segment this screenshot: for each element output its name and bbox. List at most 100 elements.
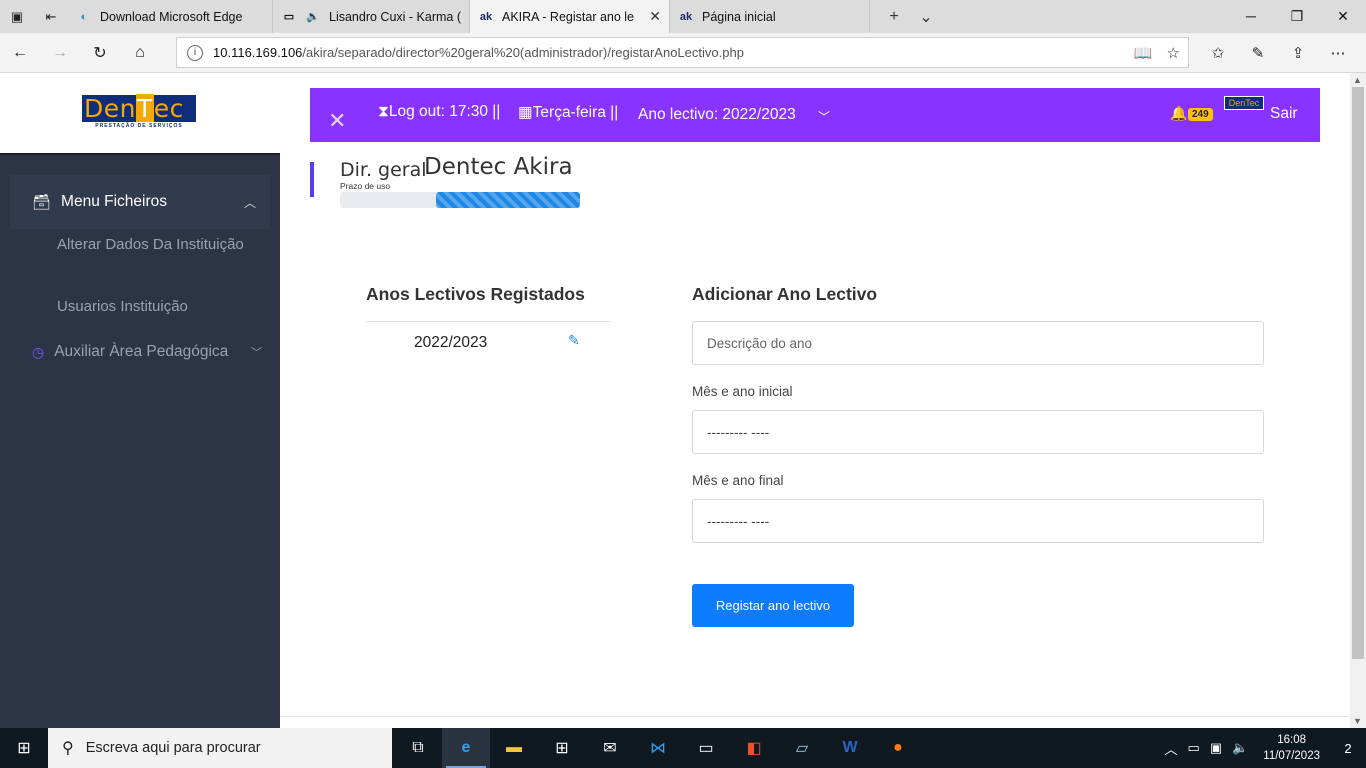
tab-list-chevron-icon[interactable]: ⌄ xyxy=(910,7,942,27)
vscode-icon[interactable]: ⋈ xyxy=(634,728,682,768)
home-icon[interactable]: ⌂ xyxy=(120,33,160,73)
notification-center-icon[interactable]: 2 xyxy=(1330,728,1366,768)
logo-text: T xyxy=(135,94,154,123)
forward-icon[interactable]: → xyxy=(40,33,80,73)
network-icon[interactable]: ▣ xyxy=(1210,740,1222,756)
word-icon[interactable]: W xyxy=(826,728,874,768)
edge-app-icon[interactable]: e xyxy=(442,728,490,768)
logo-text: Den xyxy=(84,94,136,123)
browser-tab-bar: ▣ ⇤ ◐ Download Microsoft Edge ▭ 🔈 Lisand… xyxy=(0,0,1366,33)
tab-lisandro-cuxi[interactable]: ▭ 🔈 Lisandro Cuxi - Karma ( xyxy=(273,0,470,33)
tab-akira-registar[interactable]: ak AKIRA - Registar ano le ✕ xyxy=(470,0,670,33)
terminal-icon[interactable]: ▭ xyxy=(682,728,730,768)
user-avatar-logo[interactable]: DenTec xyxy=(1224,96,1264,110)
scroll-down-icon[interactable]: ▼ xyxy=(1353,716,1362,726)
logo-subtitle: PRESTAÇÃO DE SERVIÇOS xyxy=(82,122,196,131)
tray-chevron-icon[interactable]: ︿ xyxy=(1165,739,1178,758)
mail-icon[interactable]: ✉ xyxy=(586,728,634,768)
tab-download-edge[interactable]: ◐ Download Microsoft Edge xyxy=(68,0,273,33)
file-explorer-icon[interactable]: ▬ xyxy=(490,728,538,768)
logout-time: ⧗Log out: 17:30 || xyxy=(378,103,500,121)
footer-divider xyxy=(280,716,1350,717)
descricao-input[interactable] xyxy=(692,321,1264,365)
sidebar-item-usuarios[interactable]: Usuarios Instituição xyxy=(57,295,257,318)
mes-ano-final-input[interactable] xyxy=(692,499,1264,543)
registar-ano-button[interactable]: Registar ano lectivo xyxy=(692,584,854,627)
day-info: ▦Terça-feira || xyxy=(518,103,618,122)
prazo-progress-bar xyxy=(340,192,580,208)
windows-start-icon[interactable]: ⊞ xyxy=(0,728,48,768)
firefox-icon[interactable]: ● xyxy=(874,728,922,768)
new-tab-icon[interactable]: + xyxy=(878,8,910,26)
url-field[interactable]: i 10.116.169.106/akira/separado/director… xyxy=(176,37,1189,68)
hourglass-icon: ⧗ xyxy=(378,103,389,120)
edge-icon: ◐ xyxy=(80,10,88,23)
logout-text: Log out: 17:30 || xyxy=(388,103,501,120)
sidebar-item-alterar-dados[interactable]: Alterar Dados Da Instituição xyxy=(57,233,257,256)
share-icon[interactable]: ⇪ xyxy=(1278,44,1318,62)
info-icon[interactable]: i xyxy=(187,44,203,61)
scroll-up-icon[interactable]: ▲ xyxy=(1353,75,1362,85)
bell-icon[interactable]: 🔔 xyxy=(1170,105,1187,122)
search-icon: ⚲ xyxy=(62,740,74,757)
volume-icon[interactable]: 🔈 xyxy=(1232,740,1248,756)
favorite-star-icon[interactable]: ☆ xyxy=(1167,44,1180,62)
url-path: /akira/separado/director%20geral%20(admi… xyxy=(302,45,744,60)
page-scrollbar[interactable]: ▲ ▼ xyxy=(1350,73,1366,728)
task-view-icon[interactable]: ⧉ xyxy=(394,728,442,768)
menu-auxiliar-pedagogica[interactable]: ◷ Auxiliar Àrea Pedagógica ﹀ xyxy=(32,343,262,361)
sidebar: DenTec PRESTAÇÃO DE SERVIÇOS 🗃 Menu Fich… xyxy=(0,73,280,728)
divider xyxy=(366,321,611,322)
page-icon: ▭ xyxy=(283,11,295,23)
tab-title: Lisandro Cuxi - Karma ( xyxy=(329,9,461,24)
tab-actions-icon[interactable]: ▣ xyxy=(0,0,34,33)
notes-pen-icon[interactable]: ✎ xyxy=(1238,44,1278,62)
url-host: 10.116.169.106 xyxy=(213,45,303,60)
ano-lectivo[interactable]: Ano lectivo: 2022/2023 xyxy=(638,106,796,124)
menu-ficheiros[interactable]: 🗃 Menu Ficheiros ︿ xyxy=(10,175,270,229)
ak-icon: ak xyxy=(679,10,693,23)
notepad-icon[interactable]: ▱ xyxy=(778,728,826,768)
chevron-down-icon[interactable]: ﹀ xyxy=(818,108,830,125)
windows-taskbar: ⊞ ⚲ Escreva aqui para procurar ⧉ e ▬ ⊞ ✉… xyxy=(0,728,1366,768)
tab-title: AKIRA - Registar ano le xyxy=(502,9,635,24)
day-text: Terça-feira || xyxy=(532,104,619,121)
refresh-icon[interactable]: ↻ xyxy=(80,33,120,73)
header-accent-bar xyxy=(310,162,314,197)
close-window-icon[interactable]: ✕ xyxy=(1320,8,1366,25)
notification-badge: 249 xyxy=(1188,108,1213,121)
office-icon[interactable]: ◧ xyxy=(730,728,778,768)
ano-lectivo-item: 2022/2023 xyxy=(414,334,488,351)
time: 16:08 xyxy=(1277,734,1307,746)
menu-head-label: Menu Ficheiros xyxy=(61,193,168,210)
clock[interactable]: 16:08 11/07/2023 xyxy=(1263,732,1320,764)
search-placeholder: Escreva aqui para procurar xyxy=(85,740,261,756)
reading-view-icon[interactable]: 📖 xyxy=(1134,44,1153,62)
user-name: Dentec Akira xyxy=(424,154,573,180)
mes-ano-inicial-input[interactable] xyxy=(692,410,1264,454)
edit-icon[interactable]: ✎ xyxy=(568,332,580,349)
chevron-up-icon: ︿ xyxy=(243,195,256,210)
store-icon[interactable]: ⊞ xyxy=(538,728,586,768)
taskbar-search[interactable]: ⚲ Escreva aqui para procurar xyxy=(48,728,392,768)
close-tab-icon[interactable]: ✕ xyxy=(649,8,661,25)
close-sidebar-icon[interactable]: ✕ xyxy=(328,108,346,134)
scroll-thumb[interactable] xyxy=(1352,87,1364,659)
anos-registados-title: Anos Lectivos Registados xyxy=(366,284,585,304)
more-icon[interactable]: ⋯ xyxy=(1318,44,1358,62)
archive-icon: 🗃 xyxy=(32,194,52,211)
date: 11/07/2023 xyxy=(1263,750,1320,762)
back-icon[interactable]: ← xyxy=(0,33,40,73)
speaker-icon: 🔈 xyxy=(306,11,320,23)
restore-icon[interactable]: ❐ xyxy=(1274,8,1320,25)
minimize-icon[interactable]: ─ xyxy=(1228,8,1274,25)
favorites-icon[interactable]: ✩ xyxy=(1198,44,1238,62)
chevron-down-icon: ﹀ xyxy=(251,347,262,359)
sair-link[interactable]: Sair xyxy=(1270,105,1298,123)
progress-fill xyxy=(436,192,580,208)
set-aside-tabs-icon[interactable]: ⇤ xyxy=(34,0,68,33)
notif-count: 2 xyxy=(1344,740,1352,756)
battery-icon[interactable]: ▭ xyxy=(1188,740,1200,756)
timer-icon: ◷ xyxy=(32,343,45,360)
tab-pagina-inicial[interactable]: ak Página inicial xyxy=(670,0,870,33)
